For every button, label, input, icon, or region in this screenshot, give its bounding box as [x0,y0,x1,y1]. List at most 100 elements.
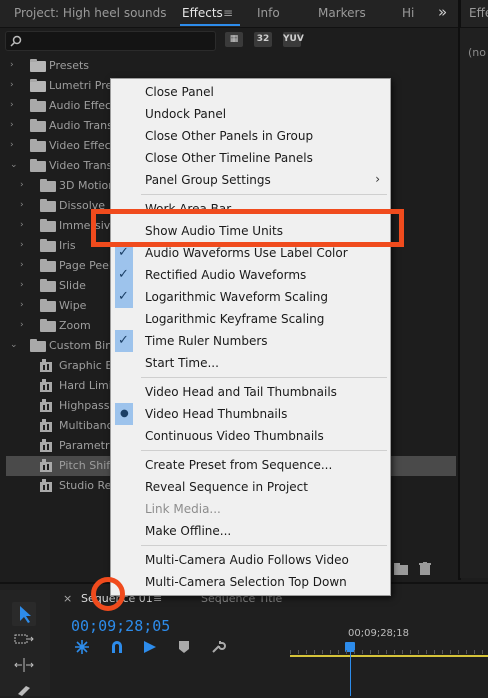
checkmark-icon: ✓ [115,264,133,286]
menu-item-label: Rectified Audio Waveforms [145,268,307,282]
folder-icon [40,279,56,292]
menu-item[interactable]: Close Other Timeline Panels [111,147,390,169]
tab-info[interactable]: Info [257,6,280,20]
effect-controls-panel [460,28,488,578]
chevron-right-icon[interactable]: › [10,60,14,70]
menu-item[interactable]: Multi-Camera Audio Follows Video [111,549,390,571]
menu-item-label: Panel Group Settings [145,173,271,187]
menu-item[interactable]: ✓ Rectified Audio Waveforms [111,264,390,286]
menu-item[interactable]: Close Other Panels in Group [111,125,390,147]
menu-separator [141,377,387,378]
yuv-effects-badge[interactable]: YUV [283,32,304,47]
checkmark-icon: ✓ [115,330,133,352]
menu-item[interactable]: Panel Group Settings › [111,169,390,191]
tree-item-label: Hard Limit [59,379,117,392]
menu-item[interactable]: Reveal Sequence in Project [111,476,390,498]
linked-selection-icon[interactable] [142,639,158,655]
menu-item[interactable]: Start Time... [111,352,390,374]
menu-item[interactable]: Close Panel [111,81,390,103]
effect-controls-empty-text: (no [468,46,486,59]
chevron-right-icon[interactable]: › [20,320,24,330]
menu-item[interactable]: Create Preset from Sequence... [111,454,390,476]
menu-item[interactable]: ✓ Logarithmic Waveform Scaling [111,286,390,308]
audio-effect-icon [40,359,55,373]
add-marker-icon[interactable] [178,640,190,654]
snap-magnet-icon[interactable] [109,639,125,655]
tree-item-label: Video Transi [49,159,116,172]
ripple-edit-icon[interactable] [14,658,34,672]
ruler-timecode: 00;09;28;18 [348,628,410,639]
tab-markers[interactable]: Markers [318,6,366,20]
menu-item[interactable]: ● Video Head Thumbnails [111,403,390,425]
effects-search-input[interactable] [5,31,216,51]
playhead-timecode[interactable]: 00;09;28;05 [71,617,170,635]
accelerated-effects-icon[interactable]: ▦ [225,32,243,47]
chevron-right-icon[interactable]: › [20,300,24,310]
chevron-right-icon[interactable]: › [20,180,24,190]
audio-effect-icon [40,419,55,433]
settings-wrench-icon[interactable] [210,639,226,655]
delete-icon[interactable] [419,562,431,575]
radio-dot-icon: ● [115,403,133,425]
menu-item-label: Create Preset from Sequence... [145,458,333,472]
tree-item-label: Page Peel [59,259,112,272]
chevron-down-icon[interactable]: ⌄ [10,160,18,170]
nest-toggle-icon[interactable] [74,639,90,655]
menu-item[interactable]: Make Offline... [111,520,390,542]
track-select-icon[interactable] [14,632,34,646]
new-bin-icon[interactable] [394,563,408,575]
checkmark-icon: ✓ [115,286,133,308]
chevron-right-icon[interactable]: › [20,220,24,230]
folder-icon [40,299,56,312]
tree-item-label: Parametri [59,439,113,452]
menu-item[interactable]: Logarithmic Keyframe Scaling [111,308,390,330]
tree-item-label: Audio Transi [49,119,116,132]
tab-history[interactable]: Hi [402,6,414,20]
audio-effect-icon [40,479,55,493]
menu-item-label: Time Ruler Numbers [145,334,268,348]
chevron-right-icon[interactable]: › [10,120,14,130]
tab-effect-controls[interactable]: Effe [469,6,488,20]
menu-item: Link Media... [111,498,390,520]
close-sequence-icon[interactable]: × [63,592,72,605]
menu-item[interactable]: Undock Panel [111,103,390,125]
chevron-right-icon[interactable]: › [20,240,24,250]
chevron-down-icon[interactable]: ⌄ [10,340,18,350]
tree-item-label: 3D Motion [59,179,116,192]
menu-item-label: Logarithmic Waveform Scaling [145,290,328,304]
work-area-bar[interactable] [290,655,488,657]
chevron-right-icon[interactable]: › [20,200,24,210]
tree-item-label: Highpass [59,399,110,412]
selection-tool-button[interactable] [12,602,36,626]
menu-item-label: Link Media... [145,502,221,516]
menu-item-label: Reveal Sequence in Project [145,480,308,494]
folder-icon [30,119,46,132]
overflow-tabs-icon[interactable]: » [438,3,447,21]
annotation-circle [91,577,125,611]
tab-project[interactable]: Project: High heel sounds [14,6,167,20]
tree-item-label: Lumetri Pres [49,79,118,92]
menu-item[interactable]: Multi-Camera Selection Top Down [111,571,390,593]
menu-item[interactable]: ✓ Time Ruler Numbers [111,330,390,352]
chevron-right-icon[interactable]: › [10,80,14,90]
folder-icon [30,159,46,172]
chevron-right-icon[interactable]: › [10,100,14,110]
32-bit-effects-badge[interactable]: 32 [254,32,272,47]
chevron-right-icon[interactable]: › [10,140,14,150]
folder-icon [40,199,56,212]
panel-menu-icon[interactable]: ≡ [223,6,233,20]
tree-item-label: Pitch Shift [59,459,115,472]
menu-item-label: Continuous Video Thumbnails [145,429,324,443]
razor-tool-icon[interactable] [16,684,32,696]
tree-item[interactable]: › Presets [6,56,456,76]
menu-item[interactable]: Continuous Video Thumbnails [111,425,390,447]
menu-item-label: Start Time... [145,356,219,370]
folder-icon [30,339,46,352]
time-ruler[interactable] [290,650,488,654]
menu-item[interactable]: Video Head and Tail Thumbnails [111,381,390,403]
chevron-right-icon[interactable]: › [20,280,24,290]
folder-icon [40,259,56,272]
tree-item-label: Iris [59,239,76,252]
tab-effects[interactable]: Effects [182,6,223,20]
chevron-right-icon[interactable]: › [20,260,24,270]
